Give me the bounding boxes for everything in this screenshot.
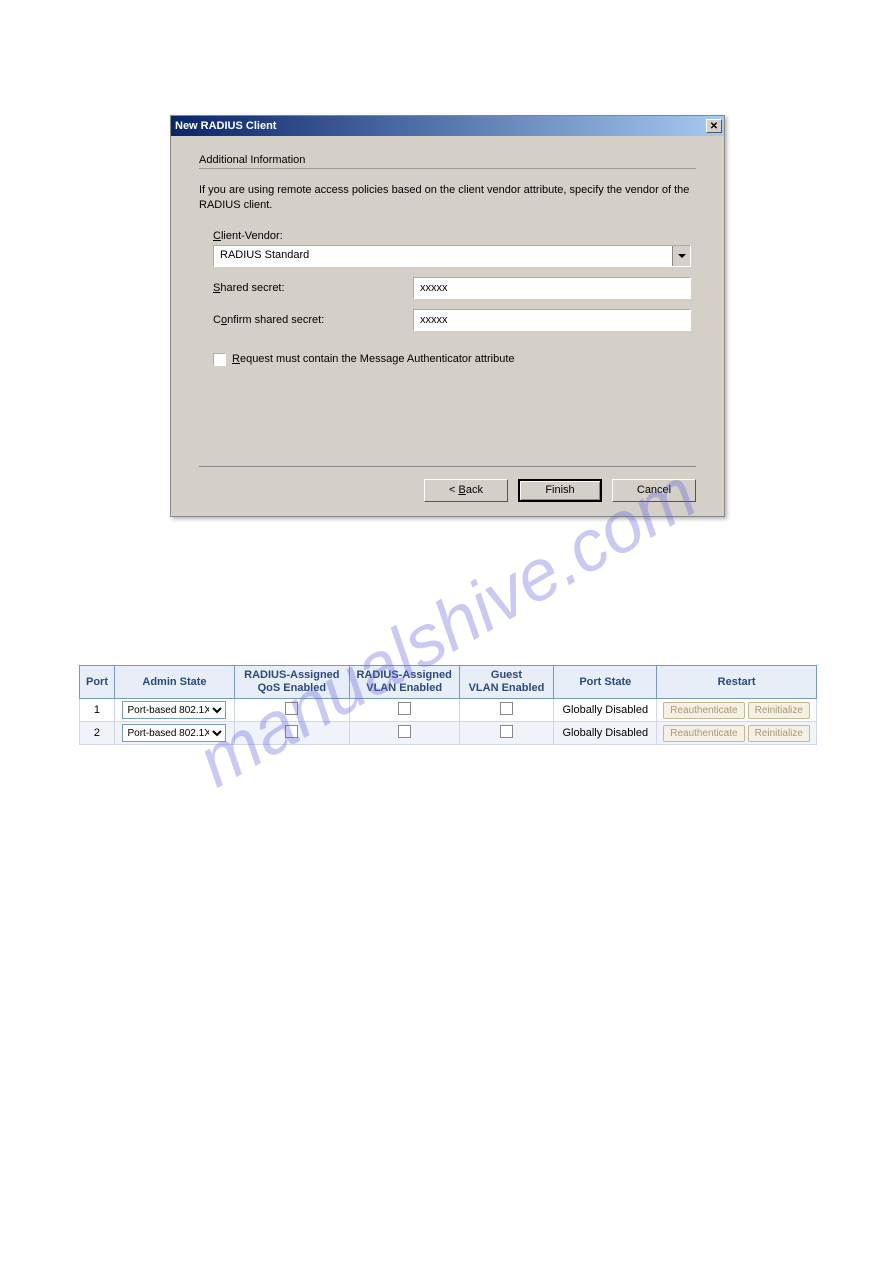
header-restart: Restart	[657, 666, 817, 699]
back-button[interactable]: < Back	[424, 479, 508, 502]
dialog-title: New RADIUS Client	[175, 120, 276, 132]
reinitialize-button[interactable]: Reinitialize	[748, 725, 810, 742]
close-icon[interactable]: ✕	[706, 119, 722, 133]
admin-state-select[interactable]: Port-based 802.1X	[122, 701, 226, 719]
description-text: If you are using remote access policies …	[199, 183, 696, 214]
client-vendor-select[interactable]: RADIUS Standard	[213, 245, 691, 267]
port-state-cell: Globally Disabled	[554, 722, 657, 745]
table-row: 1 Port-based 802.1X Globally Disabled Re…	[80, 699, 817, 722]
restart-cell: Reauthenticate Reinitialize	[657, 699, 817, 722]
confirm-secret-input[interactable]	[413, 309, 691, 331]
qos-cell	[234, 699, 349, 722]
client-vendor-label: Client-Vendor:	[213, 230, 696, 242]
reauthenticate-button[interactable]: Reauthenticate	[663, 725, 744, 742]
client-vendor-value: RADIUS Standard	[214, 246, 672, 266]
dialog-titlebar: New RADIUS Client ✕	[171, 116, 724, 136]
qos-cell	[234, 722, 349, 745]
admin-state-cell: Port-based 802.1X	[114, 722, 234, 745]
authenticator-checkbox-row: Request must contain the Message Authent…	[213, 353, 696, 366]
authenticator-checkbox[interactable]	[213, 353, 226, 366]
section-header: Additional Information	[199, 154, 696, 169]
confirm-secret-label: Confirm shared secret:	[213, 314, 413, 326]
dialog-separator	[199, 466, 696, 467]
reauthenticate-button[interactable]: Reauthenticate	[663, 702, 744, 719]
qos-checkbox[interactable]	[285, 725, 298, 738]
guest-checkbox[interactable]	[500, 725, 513, 738]
port-number: 1	[80, 699, 115, 722]
cancel-button[interactable]: Cancel	[612, 479, 696, 502]
port-number: 2	[80, 722, 115, 745]
dialog-body: Additional Information If you are using …	[171, 136, 724, 516]
header-port-state: Port State	[554, 666, 657, 699]
header-qos: RADIUS-AssignedQoS Enabled	[234, 666, 349, 699]
shared-secret-label: Shared secret:	[213, 282, 413, 294]
radius-client-dialog: New RADIUS Client ✕ Additional Informati…	[170, 115, 725, 517]
guest-checkbox[interactable]	[500, 702, 513, 715]
dropdown-arrow-icon	[672, 246, 690, 266]
form-area: Client-Vendor: RADIUS Standard Shared se…	[199, 230, 696, 366]
restart-cell: Reauthenticate Reinitialize	[657, 722, 817, 745]
button-row: < Back Finish Cancel	[199, 479, 696, 502]
port-config-table: Port Admin State RADIUS-AssignedQoS Enab…	[79, 665, 817, 745]
qos-checkbox[interactable]	[285, 702, 298, 715]
admin-state-cell: Port-based 802.1X	[114, 699, 234, 722]
guest-cell	[459, 699, 554, 722]
vlan-cell	[349, 699, 459, 722]
table-row: 2 Port-based 802.1X Globally Disabled Re…	[80, 722, 817, 745]
vlan-checkbox[interactable]	[398, 702, 411, 715]
header-port: Port	[80, 666, 115, 699]
reinitialize-button[interactable]: Reinitialize	[748, 702, 810, 719]
confirm-secret-row: Confirm shared secret:	[213, 309, 696, 331]
authenticator-checkbox-label: Request must contain the Message Authent…	[232, 353, 515, 365]
port-state-cell: Globally Disabled	[554, 699, 657, 722]
table-header-row: Port Admin State RADIUS-AssignedQoS Enab…	[80, 666, 817, 699]
vlan-cell	[349, 722, 459, 745]
guest-cell	[459, 722, 554, 745]
admin-state-select[interactable]: Port-based 802.1X	[122, 724, 226, 742]
finish-button[interactable]: Finish	[518, 479, 602, 502]
vlan-checkbox[interactable]	[398, 725, 411, 738]
header-guest: GuestVLAN Enabled	[459, 666, 554, 699]
shared-secret-input[interactable]	[413, 277, 691, 299]
client-vendor-row: Client-Vendor: RADIUS Standard	[213, 230, 696, 267]
shared-secret-row: Shared secret:	[213, 277, 696, 299]
header-admin-state: Admin State	[114, 666, 234, 699]
header-vlan: RADIUS-AssignedVLAN Enabled	[349, 666, 459, 699]
